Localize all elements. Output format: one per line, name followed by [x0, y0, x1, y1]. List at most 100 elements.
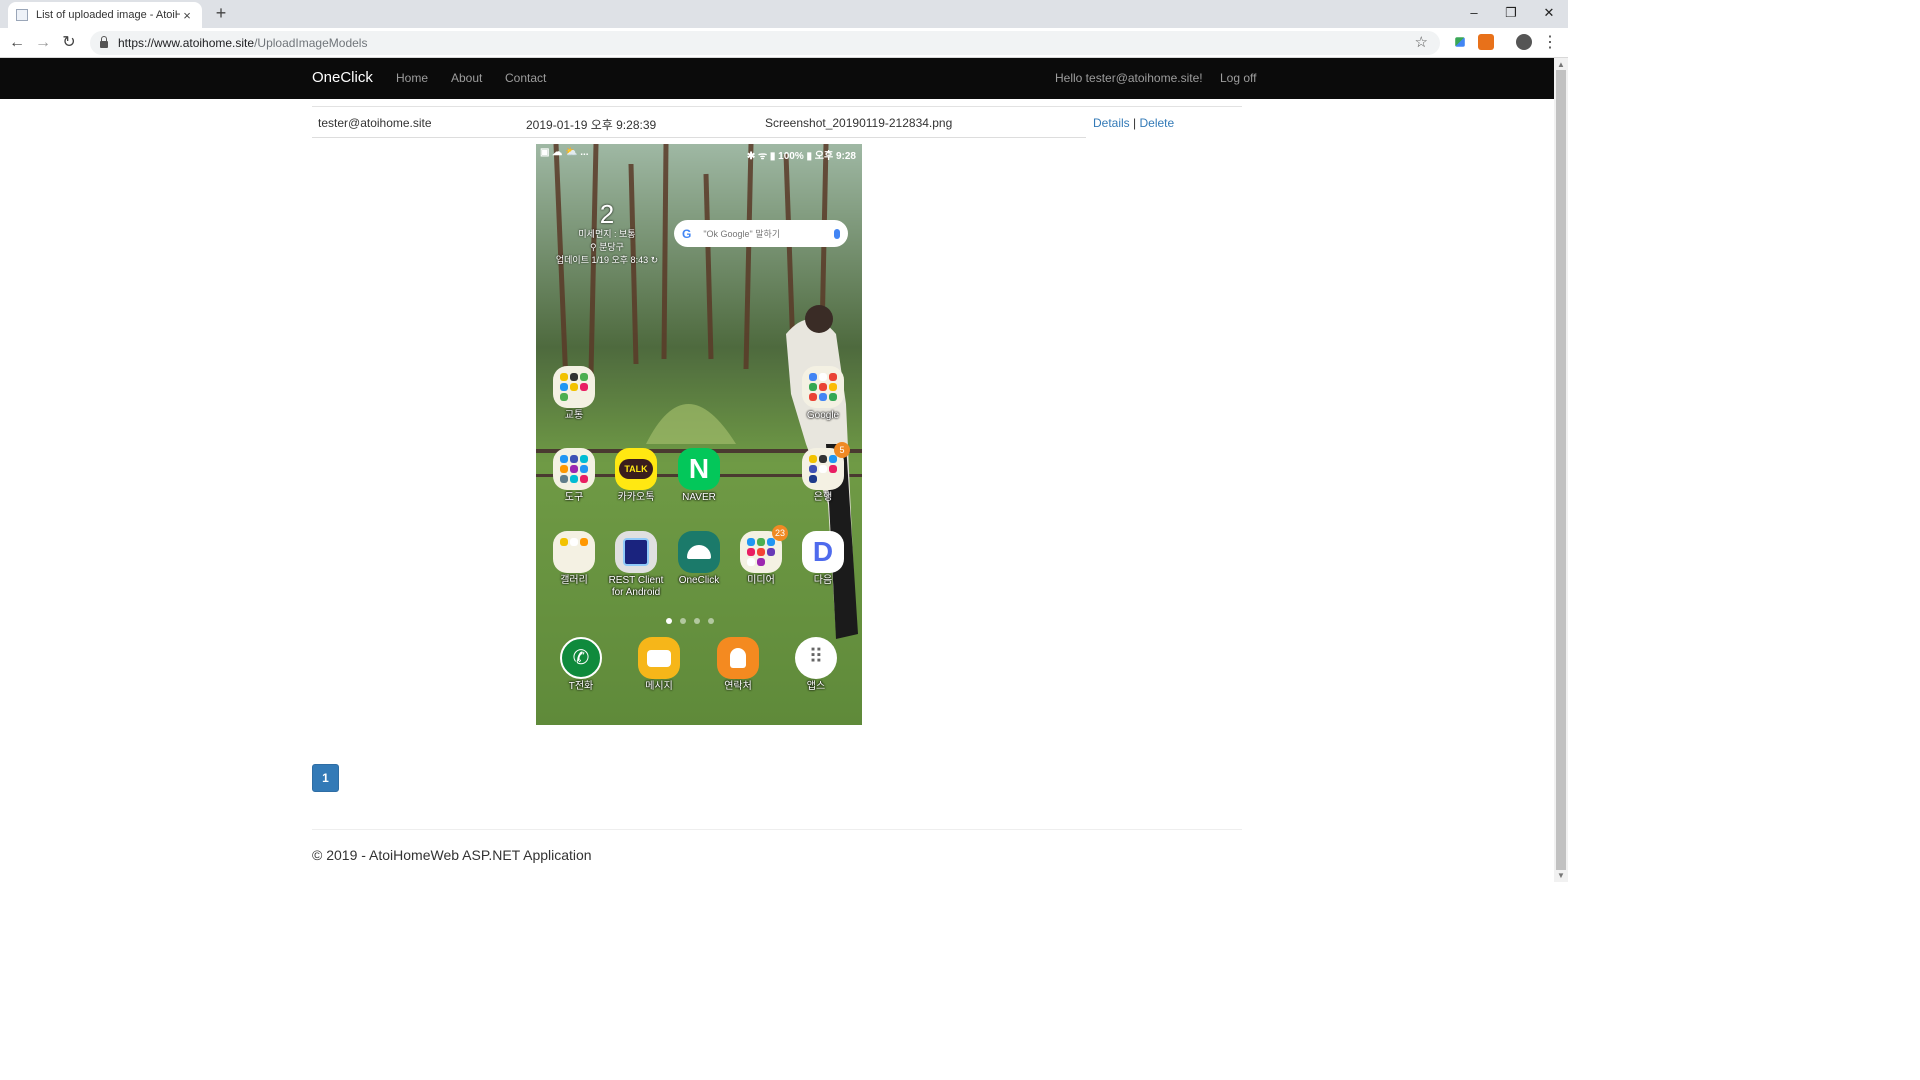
restore-icon[interactable]: ❐	[1492, 0, 1530, 28]
folder-icon	[553, 448, 595, 490]
notification-badge: 23	[771, 525, 788, 541]
scroll-up-icon[interactable]: ▲	[1557, 60, 1565, 69]
forward-icon[interactable]: →	[33, 33, 53, 53]
close-window-icon[interactable]: ✕	[1530, 0, 1568, 28]
table-row: tester@atoihome.site 2019-01-19 오후 9:28:…	[312, 107, 1086, 138]
footer-divider	[312, 829, 1242, 830]
kakaotalk-icon: TALK	[615, 448, 657, 490]
app-apps: ⠿ 앱스	[786, 637, 846, 693]
weather-updated: 업데이트 1/19 오후 8:43 ↻	[555, 255, 659, 265]
minimize-icon[interactable]: –	[1455, 0, 1493, 28]
app-t-phone: ✆ T전화	[551, 637, 611, 693]
delete-link[interactable]: Delete	[1140, 116, 1175, 130]
app-label-line2: for Android	[611, 587, 661, 598]
reload-icon[interactable]: ↻	[59, 33, 79, 53]
app-label: 갤러리	[560, 575, 588, 586]
phone-call-icon: ✆	[560, 637, 602, 679]
extension-rss-icon[interactable]	[1478, 34, 1494, 50]
app-rest-client: REST Client for Android	[606, 531, 666, 599]
app-drawer-icon: ⠿	[795, 637, 837, 679]
weather-location: ⚲ 분당구	[590, 242, 624, 252]
kakaotalk-icon-text: TALK	[619, 459, 653, 479]
nav-home[interactable]: Home	[396, 71, 428, 85]
tab-close-icon[interactable]: ×	[180, 8, 194, 23]
url-path: /UploadImageModels	[254, 36, 368, 50]
app-label: 카카오톡	[617, 492, 655, 503]
bookmark-star-icon[interactable]: ☆	[1415, 33, 1428, 51]
nav-logoff[interactable]: Log off	[1220, 71, 1256, 85]
uploaded-screenshot-image: ▣ ☁ ⛅ ... ✱ ᯤ ▮ 100% ▮ 오후 9:28 2 미세먼지 : …	[536, 144, 862, 725]
app-label: NAVER	[682, 492, 716, 503]
app-label: 다음	[813, 575, 833, 586]
app-oneclick: OneClick	[669, 531, 729, 587]
details-link[interactable]: Details	[1093, 116, 1130, 130]
contacts-icon	[717, 637, 759, 679]
google-search-widget: G "Ok Google" 말하기	[674, 220, 848, 247]
cell-user: tester@atoihome.site	[318, 116, 432, 130]
folder-icon	[553, 366, 595, 408]
scrollbar-thumb[interactable]	[1556, 70, 1566, 870]
google-logo-icon: G	[682, 226, 692, 241]
url-host: https://www.atoihome.site	[118, 36, 255, 50]
nav-about[interactable]: About	[451, 71, 482, 85]
daum-icon: D	[802, 531, 844, 573]
cell-date: 2019-01-19 오후 9:28:39	[526, 118, 657, 132]
search-hint: "Ok Google" 말하기	[703, 229, 781, 239]
app-label-line1: REST Client	[608, 575, 664, 586]
app-label: 도구	[564, 492, 584, 503]
app-label: Google	[806, 410, 840, 421]
browser-menu-icon[interactable]: ⋮	[1540, 33, 1560, 53]
browser-toolbar: ← → ↻ https://www.atoihome.site/UploadIm…	[0, 28, 1568, 58]
app-bank: 5 은행	[793, 442, 853, 504]
app-kakaotalk: TALK 카카오톡	[606, 448, 666, 504]
app-contacts: 연락처	[708, 637, 768, 693]
lock-icon	[100, 36, 108, 48]
extension-icon[interactable]	[1455, 37, 1465, 47]
page-viewport: OneClick Home About Contact Hello tester…	[0, 58, 1554, 882]
folder-icon: 23	[740, 525, 788, 573]
back-icon[interactable]: ←	[7, 33, 27, 53]
app-label: 은행	[813, 492, 833, 503]
status-right: ✱ ᯤ ▮ 100% ▮ 오후 9:28	[746, 151, 856, 162]
app-messages: 메시지	[629, 637, 689, 693]
app-google: Google	[793, 366, 853, 422]
app-label: 연락처	[724, 681, 752, 692]
profile-avatar-icon[interactable]	[1516, 34, 1532, 50]
app-label: 메시지	[645, 681, 673, 692]
rest-client-icon	[615, 531, 657, 573]
folder-icon	[802, 366, 844, 408]
page-scrollbar[interactable]: ▲ ▼	[1554, 58, 1568, 882]
message-icon	[638, 637, 680, 679]
tab-title: List of uploaded image - AtoiH	[36, 9, 180, 21]
phone-status-bar: ▣ ☁ ⛅ ... ✱ ᯤ ▮ 100% ▮ 오후 9:28	[540, 147, 858, 162]
home-page-indicator	[666, 618, 714, 624]
app-daum: D 다음	[793, 531, 853, 587]
footer-text: © 2019 - AtoiHomeWeb ASP.NET Application	[312, 847, 592, 863]
row-actions: Details | Delete	[1093, 116, 1174, 130]
app-naver: N NAVER	[669, 448, 729, 504]
weather-dust: 미세먼지 : 보통	[578, 229, 636, 239]
app-tools: 도구	[544, 448, 604, 504]
brand-link[interactable]: OneClick	[312, 69, 373, 86]
app-label: OneClick	[678, 575, 720, 586]
browser-tabstrip: List of uploaded image - AtoiH × + – ❐ ✕	[0, 0, 1568, 28]
android-icon	[678, 531, 720, 573]
pagination-page-1[interactable]: 1	[312, 764, 339, 792]
new-tab-icon[interactable]: +	[212, 4, 230, 22]
nav-greeting[interactable]: Hello tester@atoihome.site!	[1055, 71, 1203, 85]
scroll-down-icon[interactable]: ▼	[1557, 871, 1565, 880]
naver-icon: N	[678, 448, 720, 490]
app-media: 23 미디어	[731, 525, 791, 587]
app-gallery: 갤러리	[544, 531, 604, 587]
app-label: 미디어	[747, 575, 775, 586]
site-navbar: OneClick Home About Contact Hello tester…	[0, 58, 1554, 99]
app-traffic: 교통	[544, 366, 604, 422]
action-separator: |	[1133, 116, 1137, 130]
cell-filename: Screenshot_20190119-212834.png	[765, 116, 953, 130]
address-bar[interactable]: https://www.atoihome.site/UploadImageMod…	[90, 31, 1440, 55]
app-label: 앱스	[806, 681, 826, 692]
browser-tab[interactable]: List of uploaded image - AtoiH ×	[8, 2, 202, 28]
nav-contact[interactable]: Contact	[505, 71, 546, 85]
status-left: ▣ ☁ ⛅ ...	[540, 147, 589, 158]
folder-icon: 5	[802, 442, 850, 490]
